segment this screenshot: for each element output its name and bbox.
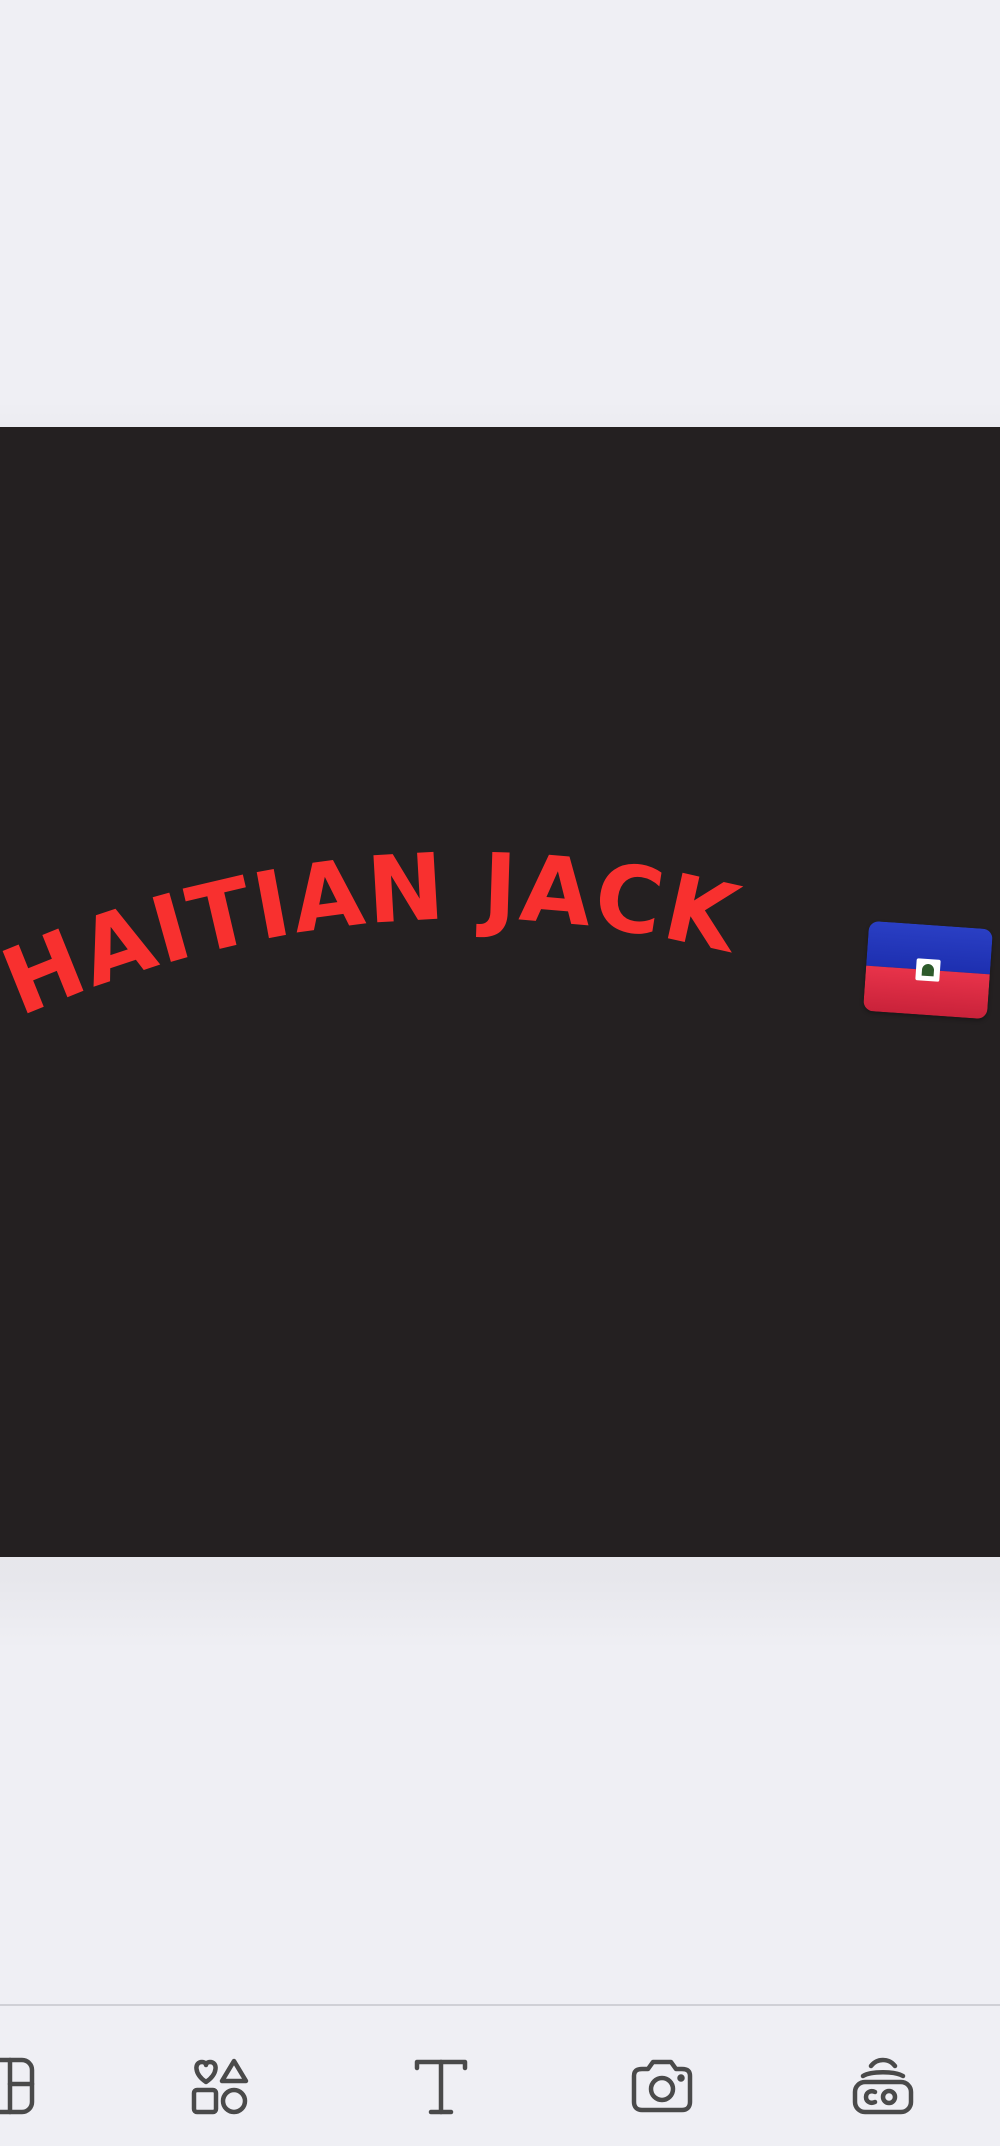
bottom-toolbar [0, 2004, 1000, 2146]
elements-icon[interactable] [188, 2054, 252, 2118]
camera-icon[interactable] [630, 2054, 694, 2118]
editor-workspace: HAITIAN JACK [0, 0, 1000, 2004]
haiti-flag-icon[interactable] [863, 920, 993, 1020]
background-remover-icon[interactable] [851, 2054, 915, 2118]
layout-icon[interactable] [0, 2054, 40, 2118]
text-icon[interactable] [409, 2054, 473, 2118]
curved-text-layer[interactable]: HAITIAN JACK [0, 427, 1000, 1557]
design-canvas[interactable]: HAITIAN JACK [0, 427, 1000, 1557]
curved-text[interactable]: HAITIAN JACK [0, 833, 751, 1036]
